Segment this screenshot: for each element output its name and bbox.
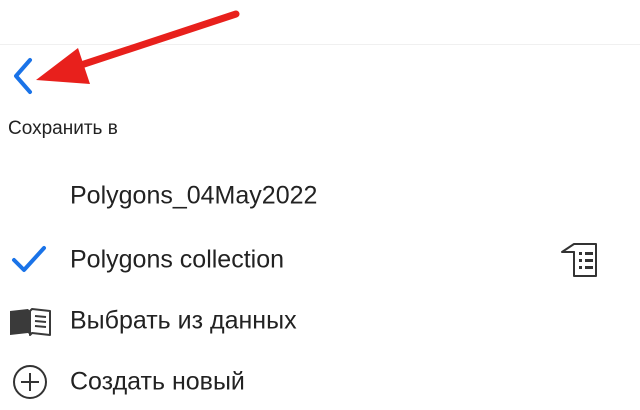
checkmark-icon [8,240,52,280]
top-bar [0,0,640,45]
list-item-label: Polygons_04May2022 [70,181,318,210]
list-item-polygons-collection[interactable]: Polygons collection [0,232,640,288]
list-item-label: Создать новый [70,367,245,396]
list-item-create-new[interactable]: Создать новый [0,354,640,410]
open-book-icon [8,301,52,341]
save-to-label: Сохранить в [8,118,118,139]
list-item-label: Polygons collection [70,245,285,274]
layer-list-icon[interactable] [556,240,604,280]
plus-circle-icon [8,362,52,402]
back-button[interactable] [4,52,44,100]
list-item-polygons-04may2022[interactable]: Polygons_04May2022 [0,168,640,224]
list-item-choose-from-data[interactable]: Выбрать из данных [0,293,640,349]
list-item-label: Выбрать из данных [70,306,297,335]
chevron-left-icon [14,58,32,94]
